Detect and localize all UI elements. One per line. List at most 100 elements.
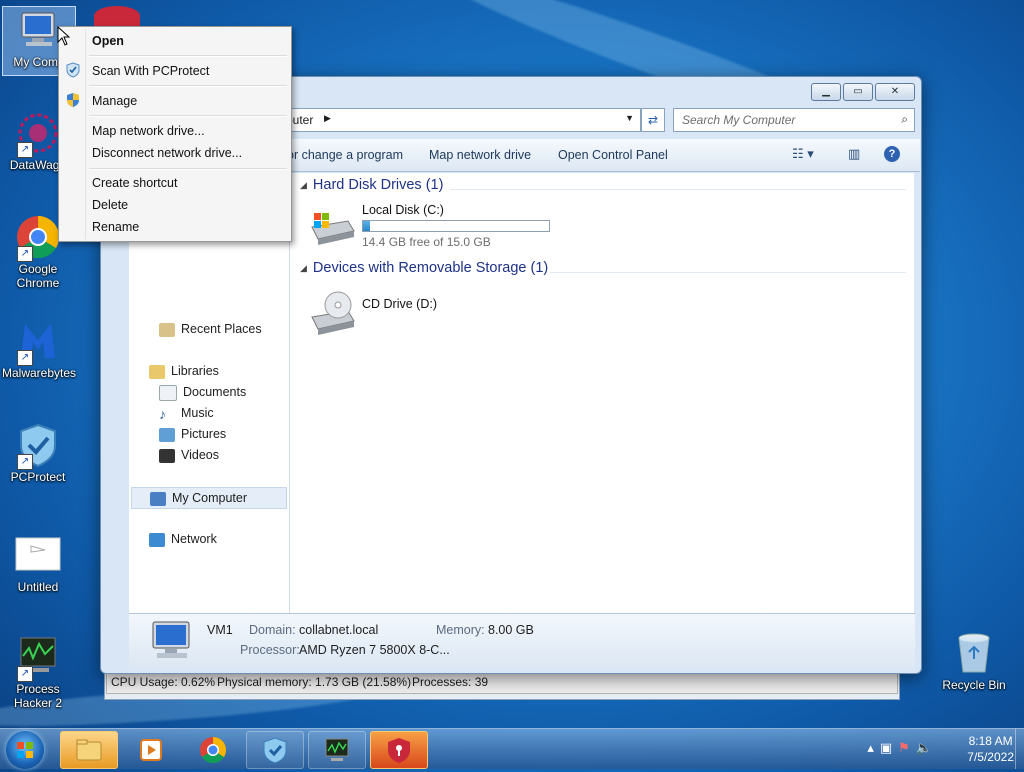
open-control-panel-button[interactable]: Open Control Panel <box>558 148 668 162</box>
videos-icon <box>159 448 175 463</box>
desktop-icon-pcprotect[interactable]: ↗ PCProtect <box>2 422 74 484</box>
group-hard-disk-drives[interactable]: ◢ Hard Disk Drives (1) <box>300 177 443 193</box>
shortcut-arrow-icon: ↗ <box>17 666 33 682</box>
action-center-icon[interactable]: ⚑ <box>898 740 916 755</box>
desktop-icon-recycle-bin[interactable]: Recycle Bin <box>938 630 1010 692</box>
taskbar-chrome-button[interactable] <box>184 731 242 769</box>
desktop-icon-label: Process Hacker 2 <box>13 682 63 710</box>
menu-item-manage[interactable]: Manage <box>92 94 137 108</box>
network-tray-icon[interactable]: ▣ <box>880 740 898 755</box>
image-file-icon <box>15 536 61 572</box>
windows-logo-icon <box>17 742 33 758</box>
address-dropdown-icon[interactable]: ▼ <box>625 113 634 123</box>
menu-item-open[interactable]: Open <box>92 34 124 48</box>
documents-icon <box>159 384 177 401</box>
taskbar-process-hacker-button[interactable] <box>308 731 366 769</box>
preview-pane-icon[interactable]: ▥ <box>848 146 860 162</box>
datawago-icon: ↗ <box>15 110 61 158</box>
nav-label: Recent Places <box>181 322 262 336</box>
nav-item-network[interactable]: Network <box>149 529 305 549</box>
taskbar-media-player-button[interactable] <box>122 731 180 769</box>
desktop-icon-malwarebytes[interactable]: ↗ Malwarebytes <box>2 318 76 380</box>
group-title: Devices with Removable Storage (1) <box>312 260 549 276</box>
hidden-red-icon[interactable] <box>94 6 140 26</box>
nav-item-my-computer[interactable]: My Computer <box>131 487 287 509</box>
desktop-icon-untitled[interactable]: Untitled <box>2 536 74 594</box>
refresh-button[interactable]: ⇄ <box>641 108 665 132</box>
shortcut-arrow-icon: ↗ <box>17 454 33 470</box>
taskbar-shield-app-button[interactable] <box>370 731 428 769</box>
music-icon: ♪ <box>159 405 166 422</box>
process-hacker-statusbar: CPU Usage: 0.62% Physical memory: 1.73 G… <box>106 672 898 694</box>
menu-separator <box>89 115 287 117</box>
collapse-triangle-icon[interactable]: ◢ <box>300 263 307 273</box>
taskbar: ▴▣⚑🔈 8:18 AM 7/5/2022 <box>0 728 1024 769</box>
search-icon[interactable]: ⌕ <box>901 112 908 127</box>
group-divider <box>550 272 906 273</box>
chrome-icon <box>200 736 227 764</box>
search-input[interactable]: Search My Computer ⌕ <box>673 108 915 132</box>
nav-label: Documents <box>183 385 247 399</box>
close-button[interactable]: ✕ <box>875 83 915 101</box>
menu-separator <box>89 85 287 87</box>
network-icon <box>149 532 165 547</box>
menu-item-rename[interactable]: Rename <box>92 220 139 234</box>
desktop-icon-label: PCProtect <box>10 470 66 484</box>
menu-item-create-shortcut[interactable]: Create shortcut <box>92 176 177 190</box>
nav-label: Videos <box>181 448 219 462</box>
search-placeholder: Search My Computer <box>682 113 796 127</box>
start-button[interactable] <box>6 731 44 769</box>
mouse-cursor-icon <box>57 26 71 46</box>
pcprotect-shield-icon <box>66 62 80 78</box>
menu-item-map-network-drive[interactable]: Map network drive... <box>92 124 205 138</box>
menu-item-delete[interactable]: Delete <box>92 198 128 212</box>
group-divider <box>450 189 906 190</box>
recent-places-icon <box>159 322 175 337</box>
desktop-icon-process-hacker[interactable]: ↗ Process Hacker 2 <box>2 634 74 710</box>
media-player-icon <box>140 739 162 761</box>
clock-date: 7/5/2022 <box>967 750 1014 764</box>
shortcut-arrow-icon: ↗ <box>17 246 33 262</box>
context-menu: Open Scan With PCProtect Manage Map netw… <box>58 26 292 242</box>
malwarebytes-icon: ↗ <box>15 318 61 366</box>
domain-label: Domain: <box>249 623 296 637</box>
uninstall-program-button[interactable]: or change a program <box>287 148 403 162</box>
nav-label: Pictures <box>181 427 227 441</box>
menu-item-scan-pcprotect[interactable]: Scan With PCProtect <box>92 64 209 78</box>
volume-icon[interactable]: 🔈 <box>916 740 938 755</box>
help-icon[interactable]: ? <box>884 146 900 162</box>
nav-label: Music <box>181 406 214 420</box>
drive-c-name: Local Disk (C:) <box>362 203 444 217</box>
taskbar-pcprotect-button[interactable] <box>246 731 304 769</box>
taskbar-explorer-button[interactable] <box>60 731 118 769</box>
desktop-icon-label: Untitled <box>17 580 59 594</box>
computer-icon <box>152 621 190 658</box>
physical-memory: Physical memory: 1.73 GB (21.58%) <box>217 675 412 689</box>
pcprotect-shield-icon: ↗ <box>15 422 61 470</box>
system-tray[interactable]: ▴▣⚑🔈 <box>867 740 938 756</box>
group-removable-storage[interactable]: ◢ Devices with Removable Storage (1) <box>300 260 548 276</box>
process-count: Processes: 39 <box>412 675 489 689</box>
show-desktop-button[interactable] <box>1015 729 1024 769</box>
breadcrumb-arrow-icon[interactable]: ▶ <box>324 113 331 124</box>
drive-d-name: CD Drive (D:) <box>362 297 437 311</box>
maximize-button[interactable]: ▭ <box>843 83 873 101</box>
domain-value: collabnet.local <box>299 623 379 637</box>
show-hidden-icons-icon[interactable]: ▴ <box>867 740 880 755</box>
menu-item-disconnect-network-drive[interactable]: Disconnect network drive... <box>92 146 242 160</box>
collapse-triangle-icon[interactable]: ◢ <box>300 180 307 190</box>
map-network-drive-button[interactable]: Map network drive <box>429 148 531 162</box>
menu-gutter <box>85 29 86 239</box>
menu-separator <box>89 168 287 170</box>
clock[interactable]: 8:18 AM 7/5/2022 <box>967 733 1014 765</box>
desktop-icon-label: Google Chrome <box>16 262 60 290</box>
processor-label: Processor: <box>240 643 300 657</box>
processor-value: AMD Ryzen 7 5800X 8-C... <box>299 643 450 657</box>
process-hacker-icon: ↗ <box>15 634 61 682</box>
cpu-usage: CPU Usage: 0.62% <box>111 675 216 689</box>
view-options-icon[interactable]: ☷ ▾ <box>792 146 814 162</box>
drive-c-free-space: 14.4 GB free of 15.0 GB <box>362 235 491 249</box>
minimize-button[interactable]: ▁ <box>811 83 841 101</box>
memory-value: 8.00 GB <box>488 623 534 637</box>
nav-item-libraries[interactable]: Libraries <box>149 361 305 381</box>
